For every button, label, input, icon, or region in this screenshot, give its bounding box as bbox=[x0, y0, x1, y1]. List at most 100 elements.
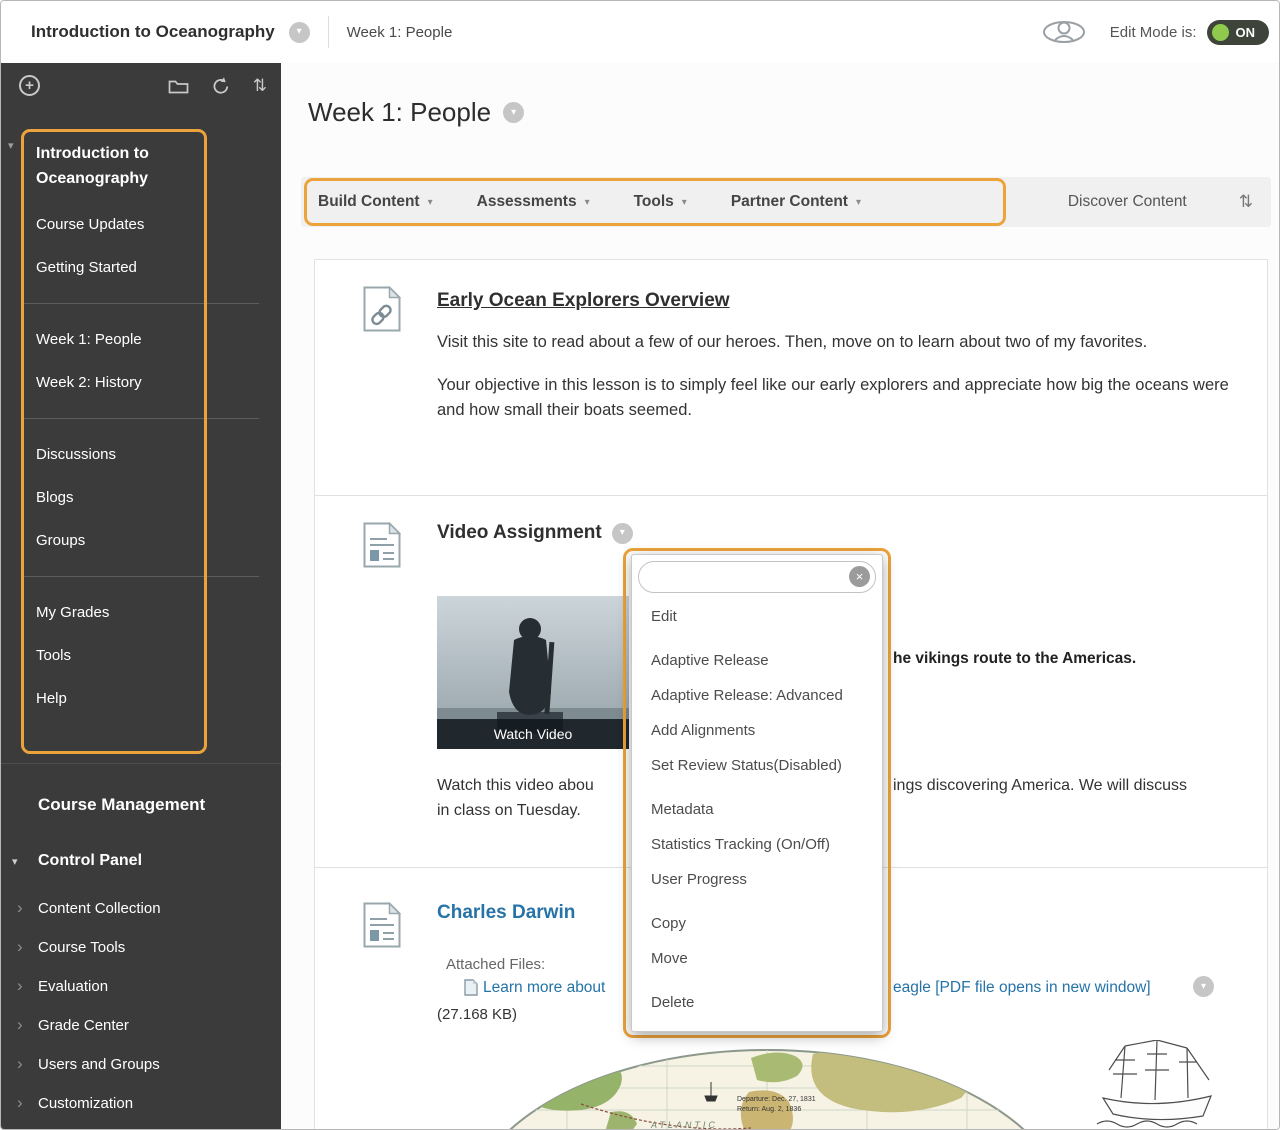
context-menu: × Edit Adaptive Release Adaptive Release… bbox=[631, 554, 883, 1032]
course-menu: Introduction to Oceanography Course Upda… bbox=[23, 133, 259, 720]
sidebar-item-users-and-groups[interactable]: › Users and Groups bbox=[1, 1045, 281, 1084]
content-document-icon bbox=[363, 522, 401, 568]
tutorial-highlight-context-menu: × Edit Adaptive Release Adaptive Release… bbox=[623, 548, 891, 1038]
blackboard-window: Introduction to Oceanography ▾ Week 1: P… bbox=[0, 0, 1280, 1130]
content-document-icon bbox=[363, 902, 401, 948]
attached-file-link[interactable]: eagle [PDF file opens in new window] bbox=[893, 979, 1151, 997]
course-title: Introduction to Oceanography bbox=[31, 22, 275, 42]
sidebar-item-help[interactable]: Help bbox=[23, 677, 259, 720]
map-ocean-label: ATLANTIC bbox=[650, 1120, 718, 1130]
button-label: Partner Content bbox=[731, 193, 848, 211]
add-menu-item-icon[interactable]: + bbox=[19, 75, 40, 96]
menu-item-metadata[interactable]: Metadata bbox=[632, 792, 882, 827]
menu-divider bbox=[23, 576, 259, 577]
sidebar-item-week1[interactable]: Week 1: People bbox=[23, 318, 259, 361]
chevron-right-icon: › bbox=[17, 1015, 23, 1035]
chevron-down-icon: ▾ bbox=[12, 855, 18, 868]
reorder-items-icon[interactable]: ⇅ bbox=[1239, 192, 1253, 212]
menu-divider bbox=[23, 303, 259, 304]
partner-content-button[interactable]: Partner Content ▾ bbox=[709, 177, 883, 227]
chevron-right-icon: › bbox=[17, 1093, 23, 1113]
sidebar-item-grade-center[interactable]: › Grade Center bbox=[1, 1006, 281, 1045]
edit-mode-indicator-dot bbox=[1212, 24, 1229, 41]
control-panel-toggle[interactable]: ▾ Control Panel bbox=[1, 841, 281, 881]
assessments-button[interactable]: Assessments ▾ bbox=[455, 177, 612, 227]
item-label: Content Collection bbox=[38, 900, 161, 917]
sidebar-item-customization[interactable]: › Customization bbox=[1, 1084, 281, 1123]
sidebar-item-content-collection[interactable]: › Content Collection bbox=[1, 889, 281, 928]
voyage-map-image: Departure: Dec. 27, 1831 Return: Aug. 2,… bbox=[461, 1040, 1073, 1130]
refresh-icon[interactable] bbox=[211, 76, 231, 96]
menu-item-add-alignments[interactable]: Add Alignments bbox=[632, 713, 882, 748]
sidebar-item-groups[interactable]: Groups bbox=[23, 519, 259, 562]
item-label: Customization bbox=[38, 1095, 133, 1112]
item-options-chevron-icon[interactable]: ▾ bbox=[612, 523, 633, 544]
item-label: Course Tools bbox=[38, 939, 125, 956]
item-title-row: Video Assignment ▾ bbox=[437, 522, 633, 544]
chevron-right-icon: › bbox=[17, 898, 23, 918]
sidebar-item-discussions[interactable]: Discussions bbox=[23, 433, 259, 476]
context-menu-focus-box: × bbox=[638, 561, 876, 593]
breadcrumb: Week 1: People bbox=[347, 24, 453, 41]
menu-item-set-review-status[interactable]: Set Review Status(Disabled) bbox=[632, 748, 882, 783]
item-title: Video Assignment bbox=[437, 522, 602, 544]
map-departure-label: Departure: Dec. 27, 1831 bbox=[737, 1096, 816, 1103]
menu-item-statistics-tracking[interactable]: Statistics Tracking (On/Off) bbox=[632, 827, 882, 862]
link-document-icon bbox=[363, 286, 401, 332]
item-text-fragment: Watch this video abou bbox=[437, 777, 594, 795]
folder-view-icon[interactable] bbox=[168, 77, 189, 94]
menu-item-delete[interactable]: Delete bbox=[632, 985, 882, 1020]
menu-divider bbox=[23, 418, 259, 419]
menu-item-adaptive-release[interactable]: Adaptive Release bbox=[632, 643, 882, 678]
context-menu-list: Edit Adaptive Release Adaptive Release: … bbox=[632, 593, 882, 1020]
course-management-section: Course Management ▾ Control Panel › Cont… bbox=[1, 763, 281, 1123]
collapse-menu-arrow-icon[interactable]: ▾ bbox=[8, 139, 14, 152]
ship-illustration bbox=[1091, 1040, 1221, 1130]
item-description: Your objective in this lesson is to simp… bbox=[437, 373, 1229, 423]
page-title-row: Week 1: People ▾ bbox=[308, 97, 524, 128]
close-icon[interactable]: × bbox=[849, 566, 870, 587]
reorder-menu-icon[interactable]: ⇅ bbox=[253, 76, 267, 96]
course-menu-toolbar: + ⇅ bbox=[1, 75, 281, 96]
chevron-right-icon: › bbox=[17, 976, 23, 996]
chevron-right-icon: › bbox=[17, 937, 23, 957]
sidebar-item-blogs[interactable]: Blogs bbox=[23, 476, 259, 519]
edit-mode-toggle[interactable]: ON bbox=[1207, 20, 1270, 45]
item-title-link[interactable]: Charles Darwin bbox=[437, 902, 575, 924]
chevron-right-icon: › bbox=[17, 1054, 23, 1074]
menu-item-edit[interactable]: Edit bbox=[632, 599, 882, 634]
file-options-chevron-icon[interactable]: ▾ bbox=[1193, 976, 1214, 997]
watch-video-caption: Watch Video bbox=[494, 726, 573, 742]
button-label: Build Content bbox=[318, 193, 420, 211]
sidebar-item-course-tools[interactable]: › Course Tools bbox=[1, 928, 281, 967]
item-label: Grade Center bbox=[38, 1017, 129, 1034]
chevron-down-icon: ▾ bbox=[428, 197, 433, 208]
content-item-early-ocean-explorers: Early Ocean Explorers Overview Visit thi… bbox=[315, 260, 1267, 496]
sidebar-item-my-grades[interactable]: My Grades bbox=[23, 591, 259, 634]
course-title-chevron-icon[interactable]: ▾ bbox=[289, 22, 310, 43]
menu-item-move[interactable]: Move bbox=[632, 941, 882, 976]
sidebar-item-course-home[interactable]: Introduction to Oceanography bbox=[23, 133, 259, 203]
page-title-chevron-icon[interactable]: ▾ bbox=[503, 102, 524, 123]
button-label: Assessments bbox=[477, 193, 577, 211]
video-thumbnail[interactable]: Watch Video bbox=[437, 596, 629, 749]
control-panel-label: Control Panel bbox=[38, 852, 142, 869]
menu-item-adaptive-release-advanced[interactable]: Adaptive Release: Advanced bbox=[632, 678, 882, 713]
item-title-link[interactable]: Early Ocean Explorers Overview bbox=[437, 290, 730, 312]
sidebar-item-getting-started[interactable]: Getting Started bbox=[23, 246, 259, 289]
file-size: (27.168 KB) bbox=[437, 1006, 517, 1023]
edit-mode-label: Edit Mode is: bbox=[1110, 24, 1197, 41]
item-text-fragment: he vikings route to the Americas. bbox=[893, 650, 1136, 668]
sidebar-item-tools[interactable]: Tools bbox=[23, 634, 259, 677]
attached-file-link[interactable]: Learn more about bbox=[483, 979, 605, 997]
student-preview-icon[interactable] bbox=[1042, 17, 1086, 47]
discover-content-button[interactable]: Discover Content bbox=[1068, 193, 1187, 211]
sidebar-item-course-updates[interactable]: Course Updates bbox=[23, 203, 259, 246]
item-text-fragment: ings discovering America. We will discus… bbox=[893, 777, 1187, 795]
menu-item-copy[interactable]: Copy bbox=[632, 906, 882, 941]
tools-button[interactable]: Tools ▾ bbox=[612, 177, 709, 227]
sidebar-item-week2[interactable]: Week 2: History bbox=[23, 361, 259, 404]
build-content-button[interactable]: Build Content ▾ bbox=[301, 177, 455, 227]
sidebar-item-evaluation[interactable]: › Evaluation bbox=[1, 967, 281, 1006]
menu-item-user-progress[interactable]: User Progress bbox=[632, 862, 882, 897]
